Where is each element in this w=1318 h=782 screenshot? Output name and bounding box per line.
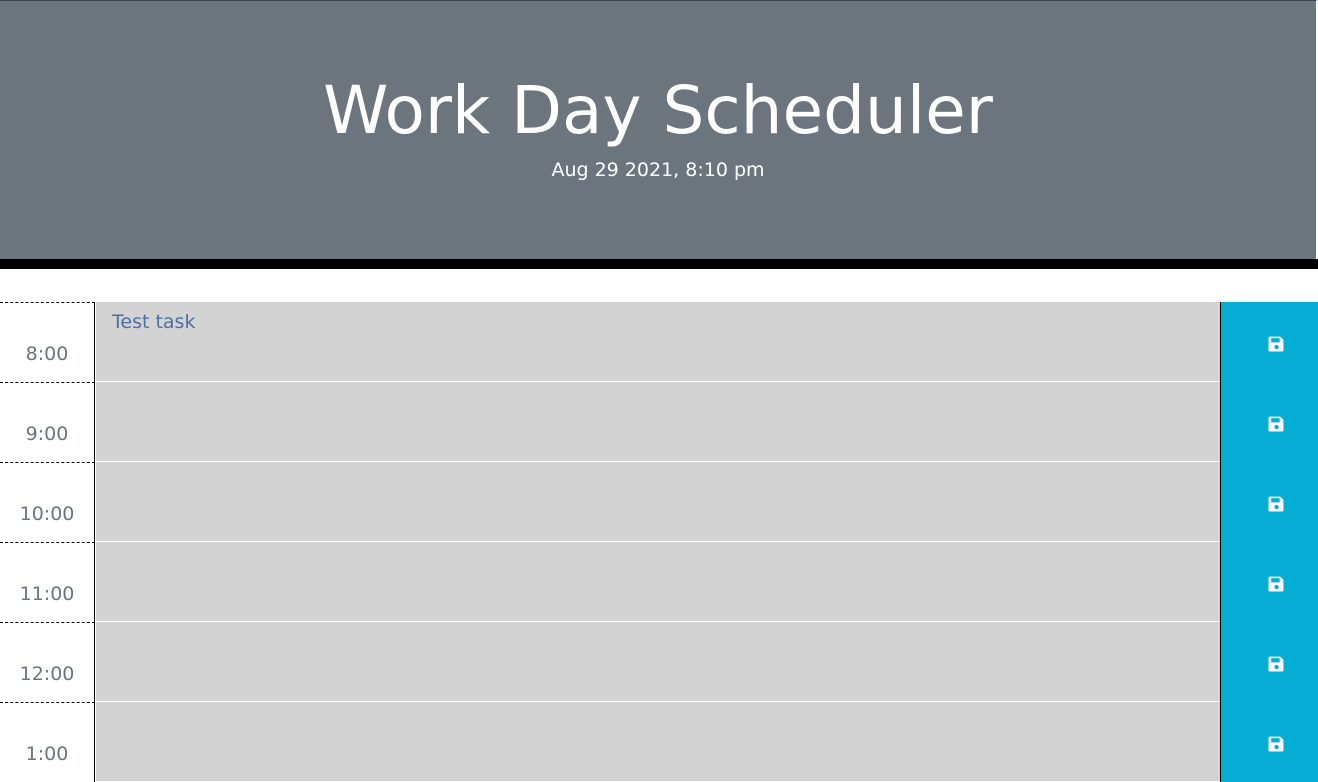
hour-label: 8:00 [0,302,95,382]
task-textarea[interactable] [96,622,1220,702]
floppy-disk-icon [1268,736,1284,752]
save-button[interactable] [1220,622,1318,702]
header: Work Day Scheduler Aug 29 2021, 8:10 pm [0,0,1317,259]
hour-label: 1:00 [0,702,95,782]
save-button[interactable] [1220,302,1318,382]
floppy-disk-icon [1268,656,1284,672]
task-textarea[interactable] [96,382,1220,462]
floppy-disk-icon [1268,496,1284,512]
time-block-list: 8:00 Test task 9:00 10:00 11:00 12:00 1:… [0,302,1318,782]
floppy-disk-icon [1268,336,1284,352]
save-button[interactable] [1220,462,1318,542]
time-block-row: 8:00 Test task [0,302,1318,382]
time-block-row: 12:00 [0,622,1318,702]
hour-label: 12:00 [0,622,95,702]
task-textarea[interactable] [96,462,1220,542]
floppy-disk-icon [1268,576,1284,592]
hour-label: 11:00 [0,542,95,622]
task-textarea[interactable] [96,542,1220,622]
page-title: Work Day Scheduler [323,72,993,149]
save-button[interactable] [1220,542,1318,622]
save-button[interactable] [1220,382,1318,462]
floppy-disk-icon [1268,416,1284,432]
current-date: Aug 29 2021, 8:10 pm [551,159,765,181]
hour-label: 10:00 [0,462,95,542]
task-textarea[interactable]: Test task [96,302,1220,382]
task-textarea[interactable] [96,702,1220,782]
header-divider [0,259,1318,269]
time-block-row: 11:00 [0,542,1318,622]
hour-label: 9:00 [0,382,95,462]
time-block-row: 9:00 [0,382,1318,462]
time-block-row: 1:00 [0,702,1318,782]
time-block-row: 10:00 [0,462,1318,542]
save-button[interactable] [1220,702,1318,782]
